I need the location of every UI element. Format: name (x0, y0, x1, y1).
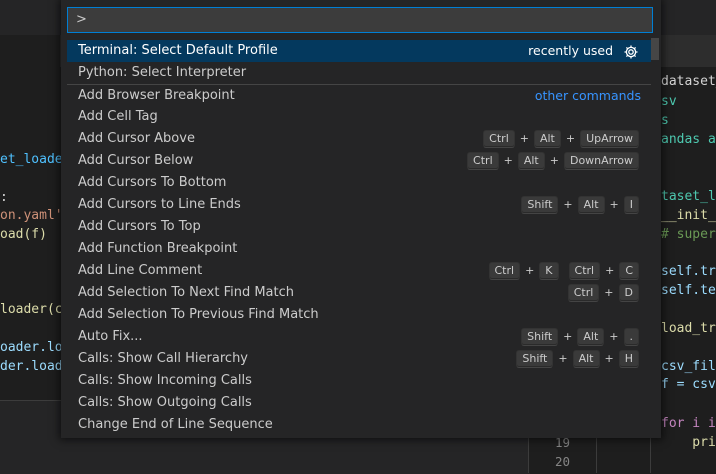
command-item[interactable]: Auto Fix... Shift + Alt +. (67, 326, 651, 348)
command-item[interactable]: Change End of Line Sequence (67, 414, 651, 436)
code-fragment: loader(cf (0, 302, 71, 317)
command-item[interactable]: Add Selection To Next Find Match Ctrl + D (67, 282, 651, 304)
code-fragment: # super( (661, 227, 716, 242)
code-fragment: : (0, 190, 8, 205)
command-label: Add Cursors To Bottom (78, 175, 227, 190)
gear-icon[interactable] (623, 44, 639, 60)
command-label: Calls: Show Call Hierarchy (78, 351, 248, 366)
code-fragment: on.yaml') (0, 208, 71, 223)
command-label: Calls: Show Incoming Calls (78, 373, 252, 388)
command-label: Add Cursor Below (78, 153, 194, 168)
key: D (618, 284, 639, 302)
command-label: Add Selection To Previous Find Match (78, 307, 319, 322)
command-label: Add Cursor Above (78, 131, 195, 146)
command-label: Add Cursors To Top (78, 219, 201, 234)
code-fragment: et_loader (0, 152, 71, 167)
code-fragment: s (661, 113, 669, 128)
code-fragment: sv (661, 94, 677, 109)
command-label: Add Cell Tag (78, 109, 158, 124)
command-item[interactable]: Add Cursors To Top (67, 216, 651, 238)
key: Shift (521, 196, 559, 214)
command-label: Add Browser Breakpoint (78, 88, 235, 103)
command-label: Add Cursors to Line Ends (78, 197, 241, 212)
code-fragment: taset_lo (661, 189, 716, 204)
key: Shift (516, 350, 554, 368)
code-fragment: oader.loa (0, 340, 71, 355)
command-list: Terminal: Select Default Profile recentl… (67, 38, 651, 438)
keybinding: Ctrl + Alt + UpArrow (483, 128, 639, 150)
key: C (619, 262, 639, 280)
command-item[interactable]: Calls: Show Outgoing Calls (67, 392, 651, 414)
recently-used-tag: recently used (528, 40, 639, 62)
command-label: Add Selection To Next Find Match (78, 285, 295, 300)
key: Ctrl (488, 262, 521, 280)
key: DownArrow (563, 152, 639, 170)
code-fragment: csv_file (661, 359, 716, 374)
key: K (539, 262, 559, 280)
keybinding: Ctrl + K Ctrl + C (488, 260, 639, 282)
keybinding: Ctrl + Alt + DownArrow (467, 150, 639, 172)
key: H (618, 350, 639, 368)
key: I (623, 196, 639, 214)
key: UpArrow (580, 130, 639, 148)
command-label: Terminal: Select Default Profile (78, 43, 278, 58)
command-item[interactable]: Add Cursors To Bottom (67, 172, 651, 194)
key: Alt (533, 130, 561, 148)
command-item[interactable]: Python: Select Interpreter (67, 62, 651, 84)
command-item[interactable]: Calls: Show Call Hierarchy Shift + Alt + H (67, 348, 651, 370)
other-commands-tag: other commands (534, 88, 641, 103)
command-item[interactable]: Add Cursor Below Ctrl + Alt + DownArrow (67, 150, 651, 172)
code-fragment: oad(f) (0, 227, 47, 242)
key: Alt (572, 350, 600, 368)
code-fragment: andas as (661, 132, 716, 147)
command-item[interactable]: Add Browser Breakpoint other commands (67, 84, 651, 106)
code-fragment: prin (692, 435, 716, 450)
key: Ctrl (568, 262, 601, 280)
command-label: Add Line Comment (78, 263, 203, 278)
recently-used-label: recently used (528, 43, 614, 58)
code-fragment: der.load (0, 359, 63, 374)
code-fragment: for i in (661, 416, 716, 431)
key: Ctrl (483, 130, 515, 148)
code-fragment: __init__ (661, 208, 716, 223)
command-item[interactable]: Add Cursor Above Ctrl + Alt + UpArrow (67, 128, 651, 150)
command-item[interactable]: Add Line Comment Ctrl + K Ctrl + C (67, 260, 651, 282)
command-palette: > Terminal: Select Default Profile recen… (61, 0, 661, 438)
command-item[interactable]: Calls: Show Incoming Calls (67, 370, 651, 392)
code-fragment: f = csv. (661, 377, 716, 392)
key: Shift (521, 328, 559, 346)
editor-tab-active[interactable] (0, 35, 60, 67)
command-label: Change End of Line Sequence (78, 417, 273, 432)
keybinding: Shift + Alt + I (521, 194, 639, 216)
code-fragment: self.tra (661, 264, 716, 279)
key: Alt (577, 328, 605, 346)
key: Ctrl (567, 284, 600, 302)
command-label: Auto Fix... (78, 329, 143, 344)
command-label: Calls: Show Outgoing Calls (78, 395, 252, 410)
command-label: Python: Select Interpreter (78, 65, 247, 80)
code-fragment: dataset_lo (661, 74, 716, 89)
keybinding: Shift + Alt + H (516, 348, 639, 370)
command-item[interactable]: Add Selection To Previous Find Match (67, 304, 651, 326)
command-item[interactable]: Add Function Breakpoint (67, 238, 651, 260)
command-label: Add Function Breakpoint (78, 241, 238, 256)
code-fragment: load_tra (661, 321, 716, 336)
key: Ctrl (467, 152, 499, 170)
command-item[interactable]: Add Cursors to Line Ends Shift + Alt + I (67, 194, 651, 216)
command-item[interactable]: Terminal: Select Default Profile recentl… (67, 40, 651, 62)
key: Alt (517, 152, 545, 170)
command-item[interactable]: Add Cell Tag (67, 106, 651, 128)
command-list-scrollbar[interactable] (651, 38, 659, 60)
keybinding: Ctrl + D (567, 282, 639, 304)
code-fragment: self.tes (661, 283, 716, 298)
keybinding: Shift + Alt +. (521, 326, 639, 348)
key: Alt (577, 196, 605, 214)
key: . (623, 328, 639, 346)
command-palette-input[interactable]: > (67, 7, 653, 33)
line-number: 20 (554, 454, 570, 469)
